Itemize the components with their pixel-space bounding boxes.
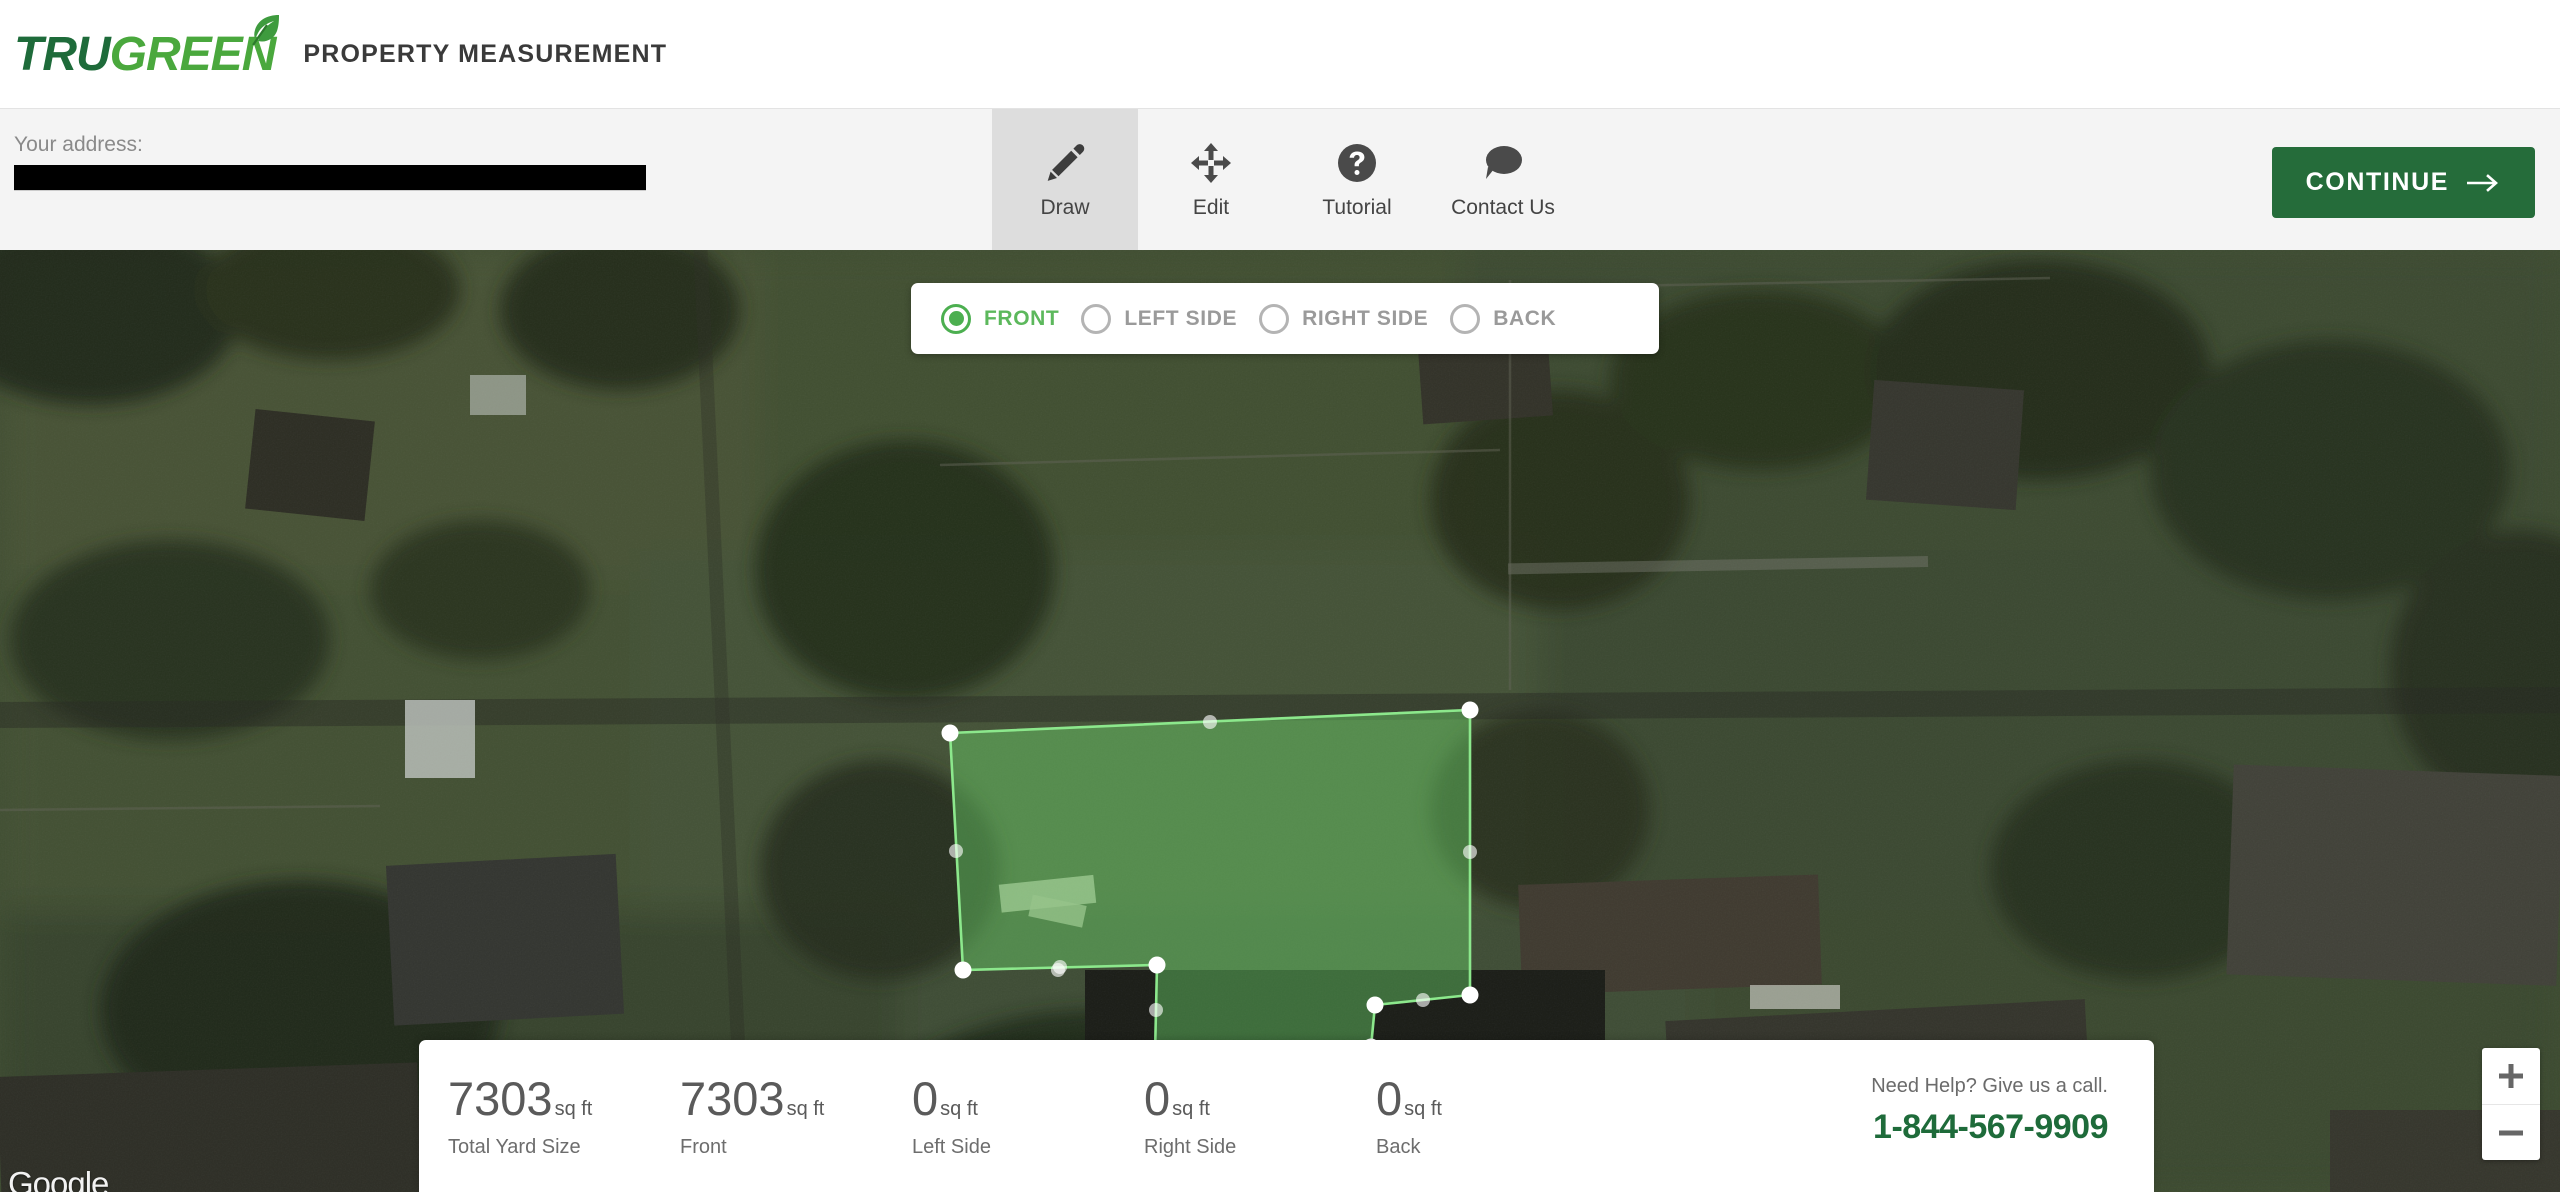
zoom-out-button[interactable] [2482,1104,2540,1160]
chat-bubble-icon [1481,140,1525,186]
page-title: PROPERTY MEASUREMENT [303,39,668,68]
tool-tabs: Draw Edit Tutorial Contact Us [992,109,1576,251]
radio-icon-right-side [1259,303,1290,334]
stat-front-value: 7303 sq ft [680,1075,883,1122]
stat-left-side-value: 0 sq ft [912,1075,1115,1122]
address-block: Your address: [14,133,646,191]
toolbar: Your address: Draw Edit Tutorial Contact… [0,108,2560,251]
tab-tutorial[interactable]: Tutorial [1284,109,1430,251]
plus-icon [2499,1064,2523,1088]
tab-draw-label: Draw [1040,196,1090,219]
stats-panel: 7303 sq ft Total Yard Size 7303 sq ft Fr… [419,1040,2154,1192]
tab-contact-us[interactable]: Contact Us [1430,109,1576,251]
help-phone-link[interactable]: 1-844-567-9909 [1871,1108,2108,1147]
side-option-left-side-label: LEFT SIDE [1124,306,1238,330]
address-input[interactable] [14,165,646,191]
question-circle-icon [1336,140,1378,186]
stat-left-side-unit: sq ft [940,1098,978,1120]
radio-icon-left-side [1081,303,1112,334]
continue-button-label: CONTINUE [2305,168,2449,196]
minus-icon [2499,1130,2523,1135]
help-text: Need Help? Give us a call. [1871,1075,2108,1097]
stat-front: 7303 sq ft Front [651,1075,883,1159]
stat-total-yard-size-label: Total Yard Size [448,1136,581,1158]
stat-left-side: 0 sq ft Left Side [883,1075,1115,1159]
side-option-right-side[interactable]: RIGHT SIDE [1259,303,1429,334]
tab-draw[interactable]: Draw [992,109,1138,251]
stat-back: 0 sq ft Back [1347,1075,1579,1159]
stat-total-yard-size-unit: sq ft [554,1098,593,1120]
stat-total-yard-size-value: 7303 sq ft [448,1075,651,1122]
address-label: Your address: [14,133,143,156]
stat-back-unit: sq ft [1404,1098,1442,1120]
side-selector: FRONT LEFT SIDE RIGHT SIDE BACK [911,283,1659,354]
stat-front-number: 7303 [680,1072,785,1125]
side-option-right-side-label: RIGHT SIDE [1302,306,1429,330]
help-block: Need Help? Give us a call. 1-844-567-990… [1871,1075,2154,1147]
pencil-icon [1043,140,1087,186]
radio-icon-back [1450,303,1481,334]
stat-right-side: 0 sq ft Right Side [1115,1075,1347,1159]
stat-total-yard-size: 7303 sq ft Total Yard Size [419,1075,651,1159]
app-header: TRU GREEN PROPERTY MEASUREMENT [0,0,2560,108]
stat-front-unit: sq ft [786,1098,825,1120]
stat-back-number: 0 [1376,1072,1403,1125]
logo-text-tru: TRU [14,27,111,81]
radio-icon-front [941,303,971,334]
continue-button[interactable]: CONTINUE [2271,147,2535,218]
arrow-right-icon [2467,173,2498,192]
stat-total-yard-size-number: 7303 [448,1072,553,1125]
stat-right-side-label: Right Side [1144,1136,1237,1158]
stat-front-label: Front [680,1136,727,1158]
stat-right-side-value: 0 sq ft [1144,1075,1347,1122]
stat-back-label: Back [1376,1136,1421,1158]
stat-left-side-number: 0 [912,1072,939,1125]
stat-right-side-number: 0 [1144,1072,1171,1125]
tab-edit[interactable]: Edit [1138,109,1284,251]
zoom-in-button[interactable] [2482,1048,2540,1104]
map-zoom-controls [2482,1048,2540,1160]
side-option-left-side[interactable]: LEFT SIDE [1081,303,1238,334]
map-attribution: Google [8,1165,109,1192]
trugreen-logo: TRU GREEN [14,14,280,82]
side-option-front-label: FRONT [984,306,1060,330]
leaf-icon [252,14,280,46]
side-option-front[interactable]: FRONT [941,303,1060,334]
move-arrows-icon [1189,140,1233,186]
tab-contact-us-label: Contact Us [1451,196,1555,219]
tab-tutorial-label: Tutorial [1322,196,1392,219]
stat-left-side-label: Left Side [912,1136,991,1158]
tab-edit-label: Edit [1192,196,1230,219]
side-option-back[interactable]: BACK [1450,303,1557,334]
stat-back-value: 0 sq ft [1376,1075,1579,1122]
stat-right-side-unit: sq ft [1172,1098,1210,1120]
side-option-back-label: BACK [1493,306,1557,330]
